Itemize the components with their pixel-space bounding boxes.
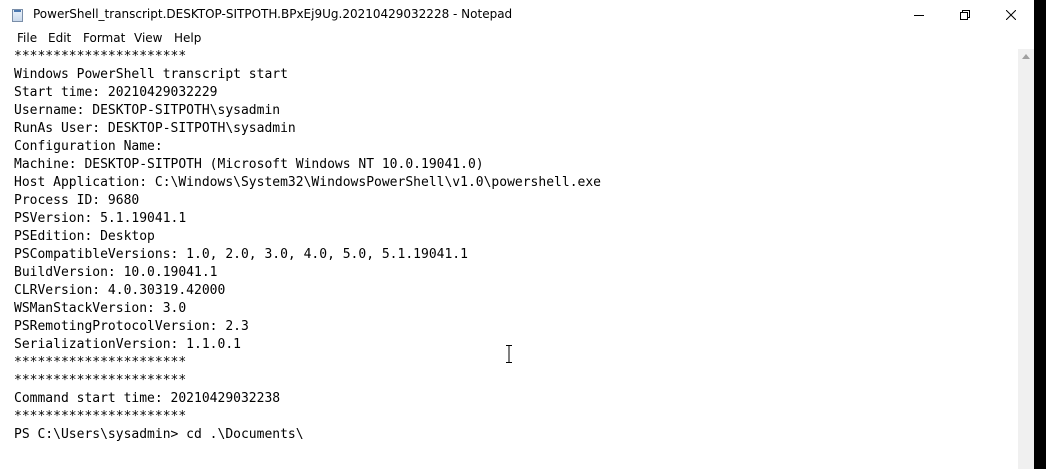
text-line: Start time: 20210429032229 xyxy=(14,85,218,100)
menu-edit[interactable]: Edit xyxy=(48,31,71,45)
menu-help[interactable]: Help xyxy=(174,31,201,45)
text-line: Process ID: 9680 xyxy=(14,193,140,208)
title-bar[interactable]: PowerShell_transcript.DESKTOP-SITPOTH.BP… xyxy=(0,0,1034,30)
text-line: Username: DESKTOP-SITPOTH\sysadmin xyxy=(14,103,281,118)
vertical-scrollbar[interactable] xyxy=(1018,49,1034,469)
text-cursor-icon xyxy=(506,345,512,363)
text-line: SerializationVersion: 1.1.0.1 xyxy=(14,337,241,352)
text-line: ********************** xyxy=(14,49,187,64)
text-line: PSVersion: 5.1.19041.1 xyxy=(14,211,187,226)
text-line: Host Application: C:\Windows\System32\Wi… xyxy=(14,175,601,190)
text-line: PSCompatibleVersions: 1.0, 2.0, 3.0, 4.0… xyxy=(14,247,468,262)
menu-file[interactable]: File xyxy=(17,31,37,45)
minimize-button[interactable] xyxy=(896,0,942,30)
text-line: PSRemotingProtocolVersion: 2.3 xyxy=(14,319,249,334)
text-line: ********************** xyxy=(14,409,187,424)
text-line: BuildVersion: 10.0.19041.1 xyxy=(14,265,218,280)
close-button[interactable] xyxy=(988,0,1034,30)
text-line: PS C:\Users\sysadmin> cd .\Documents\ xyxy=(14,427,304,442)
menu-bar: File Edit Format View Help xyxy=(0,30,1034,49)
text-line: WSManStackVersion: 3.0 xyxy=(14,301,187,316)
text-line: Command start time: 20210429032238 xyxy=(14,391,281,406)
text-line: Windows PowerShell transcript start xyxy=(14,67,288,82)
restore-button[interactable] xyxy=(942,0,988,30)
notepad-icon[interactable] xyxy=(12,9,23,22)
text-line: Machine: DESKTOP-SITPOTH (Microsoft Wind… xyxy=(14,157,484,172)
minimize-icon xyxy=(914,15,924,16)
text-line: ********************** xyxy=(14,373,187,388)
text-editor[interactable]: ********************** Windows PowerShel… xyxy=(0,49,1018,469)
scroll-up-icon[interactable] xyxy=(1022,54,1030,59)
text-line: ********************** xyxy=(14,355,187,370)
text-line: Configuration Name: xyxy=(14,139,171,154)
notepad-window: PowerShell_transcript.DESKTOP-SITPOTH.BP… xyxy=(0,0,1034,469)
text-line: RunAs User: DESKTOP-SITPOTH\sysadmin xyxy=(14,121,296,136)
window-title: PowerShell_transcript.DESKTOP-SITPOTH.BP… xyxy=(33,7,513,21)
text-line: PSEdition: Desktop xyxy=(14,229,155,244)
menu-format[interactable]: Format xyxy=(83,31,125,45)
menu-view[interactable]: View xyxy=(134,31,162,45)
restore-icon xyxy=(960,10,970,20)
close-icon xyxy=(1006,10,1016,20)
text-line: CLRVersion: 4.0.30319.42000 xyxy=(14,283,226,298)
